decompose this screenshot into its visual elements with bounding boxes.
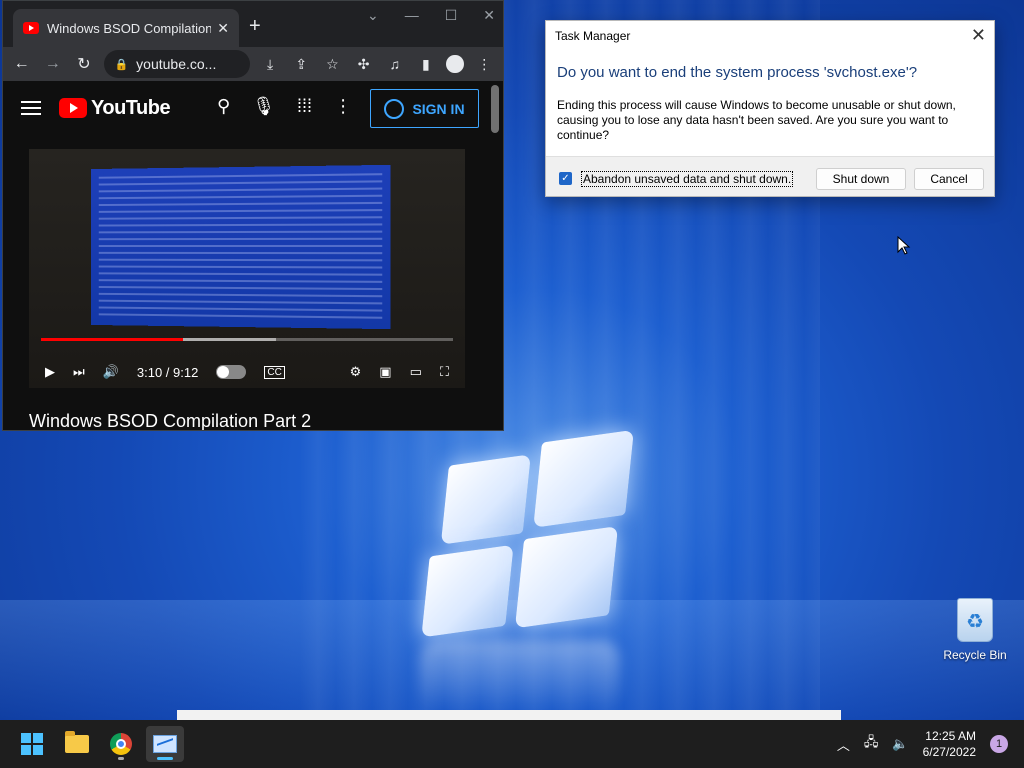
video-time: 3:10 / 9:12	[136, 364, 199, 380]
back-icon[interactable]: ←	[11, 55, 32, 73]
address-bar[interactable]: 🔒 youtube.co...	[104, 50, 250, 78]
video-progress-bar[interactable]	[41, 338, 453, 341]
volume-icon[interactable]: 🔈	[892, 736, 908, 752]
youtube-header-icons: ⚲ 🎙 ⁞⁞⁞ ⋮	[217, 96, 352, 117]
fullscreen-icon[interactable]: ⛶	[440, 364, 449, 380]
dialog-title: Task Manager	[555, 29, 631, 43]
background-window-edge	[177, 710, 841, 720]
clock-date: 6/27/2022	[922, 745, 976, 759]
recycle-bin-icon: ♻	[957, 598, 993, 642]
recycle-bin[interactable]: ♻ Recycle Bin	[940, 598, 1010, 662]
settings-gear-icon[interactable]: ⚙	[350, 364, 362, 380]
tab-strip: Windows BSOD Compilation ✕ + ⌄ — ☐ ✕	[3, 1, 503, 47]
logo-reflection	[420, 640, 620, 710]
miniplayer-icon[interactable]: ▣	[379, 364, 391, 380]
dialog-heading: Do you want to end the system process 's…	[557, 64, 918, 81]
active-indicator	[157, 757, 173, 760]
page-scrollbar[interactable]	[491, 85, 499, 133]
maximize-icon[interactable]: ☐	[445, 7, 458, 24]
play-icon[interactable]: ▶	[45, 364, 55, 380]
video-frame	[29, 149, 465, 388]
new-tab-button[interactable]: +	[249, 15, 261, 38]
video-title[interactable]: Windows BSOD Compilation Part 2	[29, 411, 311, 430]
browser-tab[interactable]: Windows BSOD Compilation ✕	[13, 9, 239, 47]
clock[interactable]: 12:25 AM 6/27/2022	[923, 728, 976, 760]
abandon-data-checkbox-label[interactable]: Abandon unsaved data and shut down.	[581, 171, 794, 187]
notification-badge[interactable]: 1	[990, 735, 1008, 753]
youtube-logo-text: YouTube	[91, 96, 171, 119]
system-tray: ︿ 🖧 🔈 12:25 AM 6/27/2022 1	[837, 720, 1024, 768]
chevron-up-icon[interactable]: ︿	[837, 735, 850, 754]
minimize-icon[interactable]: —	[405, 7, 419, 24]
task-manager-dialog: Task Manager ✕ Do you want to end the sy…	[545, 20, 995, 197]
task-manager-taskbar-button[interactable]	[146, 726, 184, 762]
shut-down-button[interactable]: Shut down	[816, 168, 906, 190]
hamburger-menu-icon[interactable]	[21, 101, 41, 115]
chrome-icon	[110, 733, 132, 755]
task-manager-icon	[153, 735, 177, 753]
dialog-footer: ✓ Abandon unsaved data and shut down. Sh…	[546, 156, 994, 196]
lock-icon: 🔒	[114, 58, 129, 71]
theater-mode-icon[interactable]: ▭	[410, 364, 422, 380]
kebab-menu-icon[interactable]: ⋮	[474, 56, 495, 73]
youtube-header: YouTube ⚲ 🎙 ⁞⁞⁞ ⋮ SIGN IN	[3, 81, 503, 135]
next-icon[interactable]: ⏭	[73, 364, 85, 380]
apps-grid-icon[interactable]: ⁞⁞⁞	[297, 96, 312, 117]
recycle-bin-label: Recycle Bin	[943, 648, 1007, 662]
chrome-taskbar-button[interactable]	[102, 726, 140, 762]
search-icon[interactable]: ⚲	[217, 96, 230, 117]
logo-pane	[533, 429, 634, 528]
start-icon	[21, 733, 43, 755]
sign-in-button[interactable]: SIGN IN	[370, 89, 479, 128]
file-explorer-icon	[65, 731, 89, 753]
tab-title: Windows BSOD Compilation	[47, 20, 212, 36]
progress-played	[41, 338, 184, 341]
chevron-down-icon[interactable]: ⌄	[367, 7, 379, 24]
bsod-video-content	[91, 164, 391, 330]
forward-icon[interactable]: →	[42, 55, 63, 73]
profile-avatar-icon[interactable]	[446, 55, 464, 73]
close-icon[interactable]: ✕	[483, 7, 495, 24]
account-circle-icon	[384, 98, 405, 119]
taskbar: ︿ 🖧 🔈 12:25 AM 6/27/2022 1	[0, 720, 1024, 768]
autoplay-toggle[interactable]	[216, 365, 247, 379]
chrome-window: Windows BSOD Compilation ✕ + ⌄ — ☐ ✕ ← →…	[2, 0, 504, 431]
microphone-icon[interactable]: 🎙	[252, 96, 275, 117]
reload-icon[interactable]: ↻	[73, 54, 94, 74]
abandon-data-checkbox[interactable]: ✓	[559, 172, 572, 185]
dialog-message: Ending this process will cause Windows t…	[557, 98, 956, 142]
side-panel-icon[interactable]: ▮	[415, 56, 436, 73]
clock-time: 12:25 AM	[925, 729, 976, 743]
player-controls: ▶ ⏭ 🔊 3:10 / 9:12 CC ⚙ ▣ ▭ ⛶	[29, 359, 465, 385]
bsod-text-lines	[98, 173, 383, 321]
browser-toolbar: ← → ↻ 🔒 youtube.co... ⤓ ⇪ ☆ ✣ ♫ ▮ ⋮	[3, 47, 503, 81]
share-icon[interactable]: ⇪	[291, 56, 312, 73]
network-icon[interactable]: 🖧	[864, 733, 879, 755]
close-tab-icon[interactable]: ✕	[217, 20, 229, 37]
address-text: youtube.co...	[136, 56, 217, 72]
close-icon[interactable]: ✕	[971, 25, 986, 46]
youtube-play-logo-icon	[59, 98, 87, 118]
window-controls: ⌄ — ☐ ✕	[367, 7, 495, 24]
video-player[interactable]: ▶ ⏭ 🔊 3:10 / 9:12 CC ⚙ ▣ ▭ ⛶	[29, 149, 465, 388]
settings-kebab-icon[interactable]: ⋮	[334, 96, 352, 117]
windows-logo	[410, 429, 640, 651]
start-button[interactable]	[13, 726, 51, 762]
file-explorer-button[interactable]	[58, 726, 96, 762]
logo-pane	[421, 544, 514, 638]
cancel-button[interactable]: Cancel	[914, 168, 984, 190]
running-indicator	[118, 757, 124, 760]
captions-icon[interactable]: CC	[264, 365, 285, 379]
media-control-icon[interactable]: ♫	[384, 56, 405, 72]
sign-in-label: SIGN IN	[412, 100, 465, 117]
extensions-icon[interactable]: ✣	[353, 56, 374, 73]
install-icon[interactable]: ⤓	[260, 56, 281, 73]
volume-icon[interactable]: 🔊	[103, 364, 119, 380]
youtube-logo[interactable]: YouTube	[59, 96, 171, 120]
logo-pane	[440, 454, 531, 545]
bookmark-star-icon[interactable]: ☆	[322, 56, 343, 73]
youtube-favicon-icon	[23, 22, 39, 34]
logo-pane	[514, 525, 619, 629]
mouse-cursor-icon	[897, 236, 911, 255]
